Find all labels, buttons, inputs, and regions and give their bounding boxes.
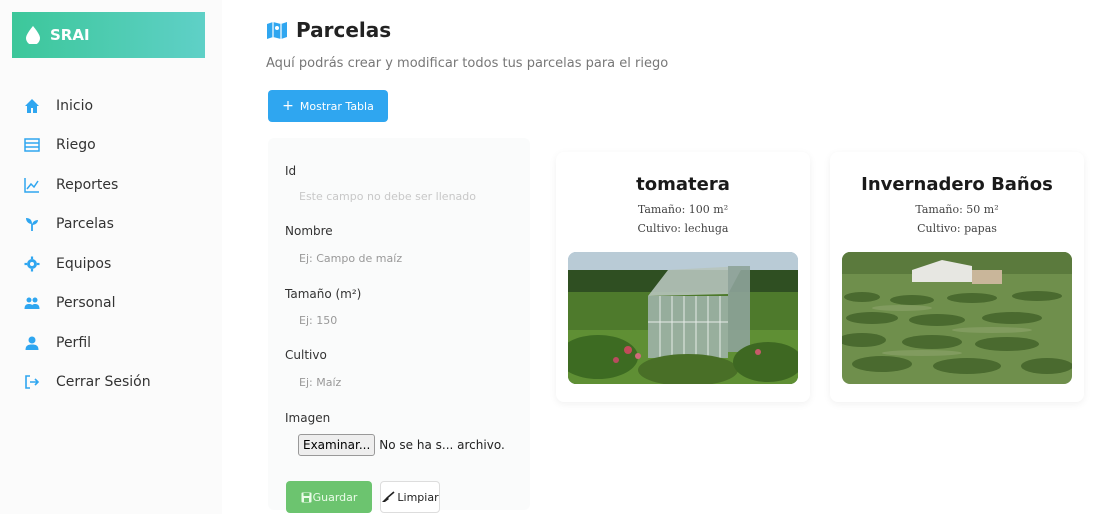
sidebar-item-cerrar-sesion[interactable]: Cerrar Sesión xyxy=(24,363,151,403)
parcel-size: Tamaño: 50 m² xyxy=(915,203,999,216)
sidebar-item-inicio[interactable]: Inicio xyxy=(24,86,151,126)
cultivo-label: Cultivo xyxy=(285,348,327,362)
clear-label: Limpiar xyxy=(397,490,439,504)
page-title-text: Parcelas xyxy=(296,18,392,42)
id-label: Id xyxy=(285,164,297,178)
page-subtitle: Aquí podrás crear y modificar todos tus … xyxy=(266,56,669,71)
table-icon xyxy=(24,137,40,153)
sidebar: SRAI Inicio Riego Reportes Parcelas Equi… xyxy=(0,0,222,514)
sidebar-item-perfil[interactable]: Perfil xyxy=(24,323,151,363)
cultivo-field[interactable] xyxy=(285,368,513,396)
save-label: Guardar xyxy=(312,490,358,504)
sidebar-item-label: Reportes xyxy=(56,176,119,193)
parcel-crop: Cultivo: papas xyxy=(917,222,997,235)
parcel-card[interactable]: tomatera Tamaño: 100 m² Cultivo: lechuga xyxy=(556,152,810,402)
floppy-icon xyxy=(301,492,312,502)
sidebar-item-label: Inicio xyxy=(56,97,94,114)
parcel-name: Invernadero Baños xyxy=(861,174,1053,195)
file-status: No se ha s... archivo. xyxy=(379,438,505,452)
sidebar-item-label: Personal xyxy=(56,295,116,312)
broom-icon xyxy=(382,491,395,502)
imagen-label: Imagen xyxy=(285,411,331,425)
nombre-label: Nombre xyxy=(285,224,333,238)
sidebar-item-label: Perfil xyxy=(56,334,92,351)
brand-name: SRAI xyxy=(50,26,90,44)
parcel-image xyxy=(842,252,1072,384)
home-icon xyxy=(24,98,40,114)
sidebar-item-label: Cerrar Sesión xyxy=(56,374,151,391)
parcel-card[interactable]: Invernadero Baños Tamaño: 50 m² Cultivo:… xyxy=(830,152,1084,402)
seedling-icon xyxy=(24,216,40,232)
show-table-label: Mostrar Tabla xyxy=(299,99,374,113)
water-drop-icon xyxy=(26,26,40,44)
id-field[interactable] xyxy=(285,182,513,210)
sidebar-item-reportes[interactable]: Reportes xyxy=(24,165,151,205)
sidebar-item-label: Equipos xyxy=(56,255,112,272)
sidebar-item-parcelas[interactable]: Parcelas xyxy=(24,205,151,245)
file-input: Examinar... No se ha s... archivo. xyxy=(298,434,505,456)
sidebar-item-label: Parcelas xyxy=(56,216,114,233)
browse-button[interactable]: Examinar... xyxy=(298,434,376,456)
sidebar-nav: Inicio Riego Reportes Parcelas Equipos P… xyxy=(24,86,151,402)
map-icon xyxy=(267,22,287,39)
parcel-size: Tamaño: 100 m² xyxy=(637,203,729,216)
parcel-name: tomatera xyxy=(636,174,730,195)
clear-button[interactable]: Limpiar xyxy=(380,481,440,513)
chart-line-icon xyxy=(24,177,40,193)
sidebar-item-riego[interactable]: Riego xyxy=(24,126,151,166)
parcel-image xyxy=(568,252,798,384)
sign-out-icon xyxy=(24,374,40,390)
sidebar-item-label: Riego xyxy=(56,137,96,154)
tamano-label: Tamaño (m²) xyxy=(285,287,362,301)
page-title: Parcelas xyxy=(266,18,391,42)
tamano-field[interactable] xyxy=(285,306,513,334)
users-icon xyxy=(24,295,40,311)
brand-logo[interactable]: SRAI xyxy=(12,12,205,58)
plus-icon: + xyxy=(282,98,294,114)
gear-icon xyxy=(24,256,40,272)
sidebar-item-equipos[interactable]: Equipos xyxy=(24,244,151,284)
sidebar-item-personal[interactable]: Personal xyxy=(24,284,151,324)
nombre-field[interactable] xyxy=(285,244,513,272)
parcel-form: Id Nombre Tamaño (m²) Cultivo Imagen Exa… xyxy=(268,138,530,513)
user-icon xyxy=(24,335,40,351)
save-button[interactable]: Guardar xyxy=(286,481,372,513)
parcel-crop: Cultivo: lechuga xyxy=(637,222,729,235)
show-table-button[interactable]: + Mostrar Tabla xyxy=(268,90,388,122)
